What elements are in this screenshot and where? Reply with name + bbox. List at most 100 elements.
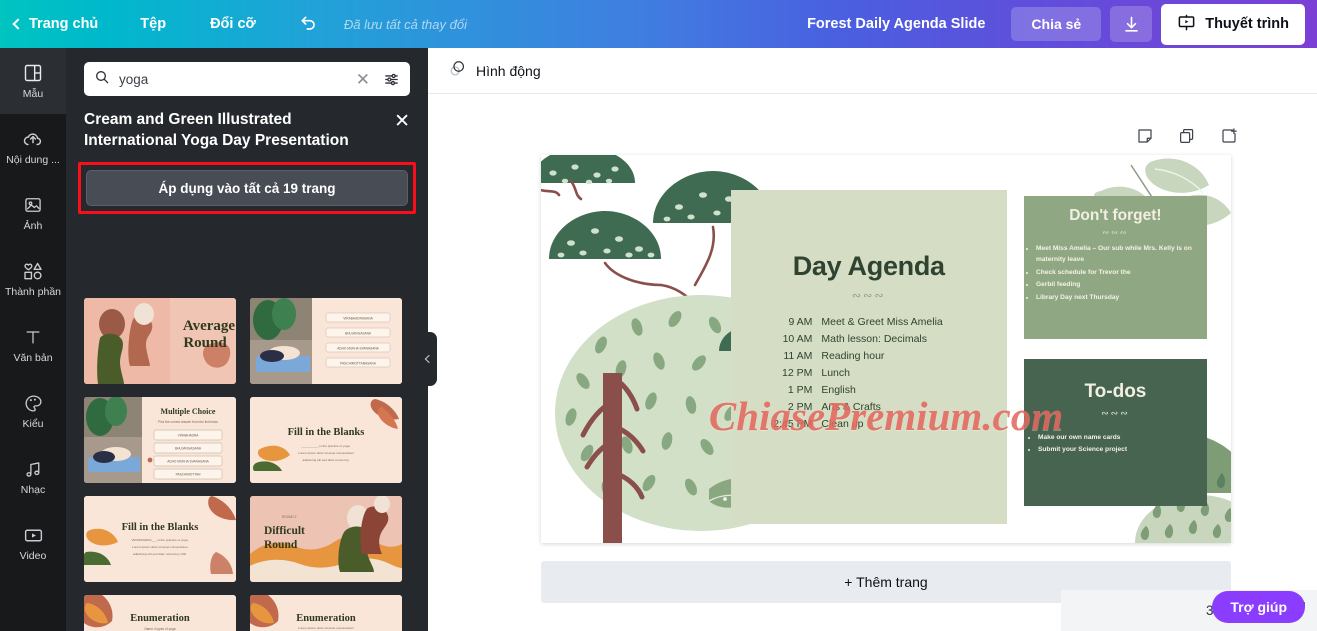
list-item: Gerbil feeding	[1036, 279, 1198, 291]
svg-text:VIRABHADRASANA: VIRABHADRASANA	[343, 316, 373, 320]
sidebar-item-uploads[interactable]: Nội dung ...	[0, 114, 66, 180]
add-page-icon[interactable]	[1219, 126, 1239, 146]
svg-text:ADHO MUKHA SVANASANA: ADHO MUKHA SVANASANA	[337, 346, 379, 350]
present-screen-icon	[1177, 13, 1196, 36]
template-thumbnail[interactable]: Fill in the Blanks __________ is the pra…	[250, 397, 402, 483]
agenda-time: 9 AM	[788, 315, 813, 328]
svg-text:Multiple Choice: Multiple Choice	[161, 407, 216, 416]
sidebar-item-videos[interactable]: Video	[0, 510, 66, 576]
undo-icon[interactable]	[296, 11, 322, 37]
svg-text:VIRABHADRA___ is the practice: VIRABHADRA___ is the practice of yoga.	[131, 538, 188, 542]
save-status-label: Đã lưu tất cả thay đổi	[343, 16, 467, 32]
video-icon	[23, 524, 44, 546]
sidebar-item-label: Nhạc	[20, 484, 46, 497]
template-thumbnail-grid: Average Round VIRABHADRASANA BHUJANGASAN…	[66, 298, 428, 631]
filter-sliders-icon[interactable]	[383, 71, 400, 88]
list-item: Meet Miss Amelia – Our sub while Mrs. Ke…	[1036, 243, 1198, 266]
template-thumbnail[interactable]: Multiple Choice Pick the correct answer …	[84, 397, 236, 483]
editor-area: Hình động Day Agenda ∾∾∾ 9 AM Meet & Gre…	[428, 48, 1317, 631]
svg-text:ADHO MUKHA SVANASANA: ADHO MUKHA SVANASANA	[167, 460, 209, 464]
agenda-item: 10 AM Math lesson: Decimals	[769, 331, 1006, 348]
apply-highlight-box: Áp dụng vào tất cả 19 trang	[78, 162, 416, 215]
svg-text:Difficult: Difficult	[264, 525, 305, 537]
thumbnail-row: Fill in the Blanks VIRABHADRA___ is the …	[84, 496, 410, 582]
present-button[interactable]: Thuyết trình	[1161, 3, 1305, 45]
template-thumbnail[interactable]: VIRABHADRASANA BHUJANGASANA ADHO MUKHA SV…	[250, 298, 402, 384]
sidebar-item-styles[interactable]: Kiểu	[0, 378, 66, 444]
animation-button[interactable]: Hình động	[442, 54, 547, 88]
svg-text:Lorem ipsum dolor sit amet con: Lorem ipsum dolor sit amet consectetuer	[298, 451, 354, 455]
templates-panel: ✕ Cream and Green Illustrated Internatio…	[66, 48, 428, 631]
canva-editor-window: Trang chủ Tệp Đổi cỡ Đã lưu tất cả thay …	[0, 0, 1317, 631]
sidebar-item-label: Kiểu	[22, 418, 44, 431]
sidebar-item-label: Mẫu	[22, 88, 44, 101]
sidebar-item-audio[interactable]: Nhạc	[0, 444, 66, 510]
template-thumbnail[interactable]: Fill in the Blanks VIRABHADRA___ is the …	[84, 496, 236, 582]
svg-text:Name 4 types of yoga: Name 4 types of yoga	[144, 627, 175, 631]
close-x-icon[interactable]: ✕	[394, 112, 410, 131]
template-layout-icon	[23, 62, 43, 84]
svg-text:Fill in the Blanks: Fill in the Blanks	[288, 427, 365, 438]
panel-collapse-handle[interactable]	[418, 332, 437, 386]
clear-search-icon[interactable]: ✕	[352, 71, 374, 88]
agenda-text: Meet & Greet Miss Amelia	[821, 315, 943, 328]
sidebar-item-label: Văn bản	[13, 352, 53, 365]
sidebar-item-text[interactable]: Văn bản	[0, 312, 66, 378]
sidebar-item-photos[interactable]: Ảnh	[0, 180, 66, 246]
svg-text:Pick the correct answer from t: Pick the correct answer from the list be…	[158, 420, 218, 424]
svg-text:Lorem ipsum dolor sit amet con: Lorem ipsum dolor sit amet consectetuer	[298, 626, 354, 630]
thumbnail-row: Multiple Choice Pick the correct answer …	[84, 397, 410, 483]
slide-content: Day Agenda ∾∾∾ 9 AM Meet & Greet Miss Ame…	[541, 155, 1231, 543]
agenda-text: Math lesson: Decimals	[821, 332, 927, 345]
music-note-icon	[23, 458, 44, 480]
download-icon[interactable]	[1110, 6, 1153, 42]
svg-text:PASCHIMOTTAN: PASCHIMOTTAN	[176, 473, 202, 477]
file-menu-button[interactable]: Tệp	[140, 16, 166, 32]
slide-canvas[interactable]: Day Agenda ∾∾∾ 9 AM Meet & Greet Miss Ame…	[541, 155, 1231, 543]
list-item: Check schedule for Trevor the	[1036, 267, 1198, 279]
agenda-item: 9 AM Meet & Greet Miss Amelia	[769, 314, 1006, 331]
sidebar-item-elements[interactable]: Thành phần	[0, 246, 66, 312]
left-rail: Mẫu Nội dung ... Ảnh Thành phần Văn bản …	[0, 48, 66, 631]
panel-header: Cream and Green Illustrated Internationa…	[66, 96, 428, 151]
duplicate-icon[interactable]	[1177, 126, 1197, 146]
watermark-text: ChiasePremium.com	[708, 392, 1064, 439]
home-button[interactable]: Trang chủ	[12, 16, 98, 32]
svg-text:Enumeration: Enumeration	[130, 613, 190, 624]
cloud-upload-icon	[22, 128, 44, 150]
photo-icon	[23, 194, 43, 216]
agenda-title: Day Agenda	[792, 250, 945, 281]
apply-to-all-pages-button[interactable]: Áp dụng vào tất cả 19 trang	[86, 170, 408, 207]
agenda-item: 11 AM Reading hour	[769, 348, 1006, 365]
share-button[interactable]: Chia sẻ	[1011, 7, 1102, 41]
dont-forget-divider-squiggle: ∾∾∾	[1102, 227, 1129, 237]
svg-text:BHUJANGASANA: BHUJANGASANA	[175, 447, 202, 451]
svg-text:Lorem ipsum dolor sit amet con: Lorem ipsum dolor sit amet consectetuer	[132, 545, 188, 549]
day-agenda-card: Day Agenda ∾∾∾ 9 AM Meet & Greet Miss Ame…	[730, 189, 1007, 524]
svg-text:PASCHIMOTTANASANA: PASCHIMOTTANASANA	[340, 361, 377, 365]
thumbnail-row: Average Round VIRABHADRASANA BHUJANGASAN…	[84, 298, 410, 384]
template-thumbnail[interactable]: Enumeration Lorem ipsum dolor sit amet c…	[250, 595, 402, 631]
agenda-item: 12 PM Lunch	[769, 365, 1006, 382]
template-thumbnail[interactable]: Average Round	[84, 298, 236, 384]
present-label: Thuyết trình	[1205, 16, 1289, 32]
help-button[interactable]: Trợ giúp	[1212, 591, 1305, 623]
sidebar-item-label: Video	[19, 550, 47, 563]
animation-circles-icon	[448, 59, 467, 83]
search-input[interactable]	[119, 71, 343, 87]
slide-action-tools	[1135, 126, 1239, 146]
search-bar[interactable]: ✕	[84, 62, 410, 96]
chevron-left-icon	[12, 17, 24, 30]
document-title[interactable]: Forest Daily Agenda Slide	[807, 16, 985, 32]
list-item: Library Day next Thursday	[1036, 292, 1198, 304]
animation-label: Hình động	[476, 62, 541, 79]
thumbnail-row: Enumeration Name 4 types of yoga Enumera…	[84, 595, 410, 631]
resize-button[interactable]: Đổi cỡ	[210, 16, 256, 32]
notes-icon[interactable]	[1135, 126, 1155, 146]
agenda-time: 12 PM	[782, 366, 813, 379]
dont-forget-card: Don't forget! ∾∾∾ Meet Miss Amelia – Our…	[1024, 195, 1207, 340]
template-thumbnail[interactable]: Enumeration Name 4 types of yoga	[84, 595, 236, 631]
search-icon	[94, 69, 110, 90]
template-thumbnail[interactable]: ROUND 2 Difficult Round	[250, 496, 402, 582]
sidebar-item-templates[interactable]: Mẫu	[0, 48, 66, 114]
